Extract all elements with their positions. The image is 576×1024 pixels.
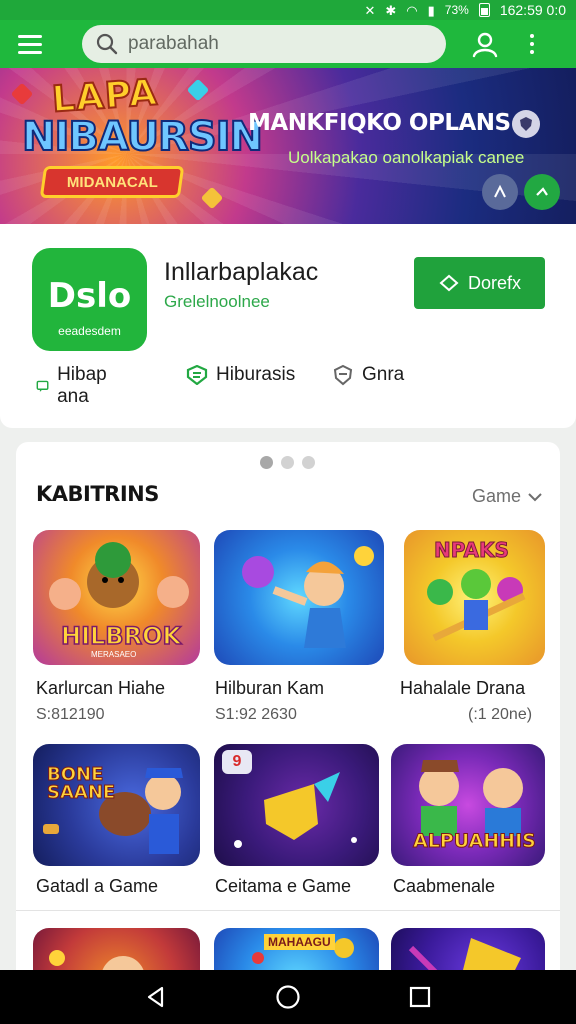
- game-price: S:812190: [36, 706, 105, 723]
- banner-logo-line2: NIBAURSIN: [21, 113, 264, 161]
- games-panel: KABITRINS Game HILBROK MERASAEO Karlurca…: [16, 442, 560, 1002]
- search-icon: [96, 33, 118, 55]
- game-title[interactable]: Caabmenale: [393, 876, 495, 897]
- shield-outline-icon: [333, 364, 353, 386]
- banner-logo-ribbon: MIDANACAL: [39, 166, 185, 198]
- game-art-badge: 9: [222, 750, 252, 774]
- row-divider: [16, 910, 560, 911]
- app-name: Inllarbaplakac: [164, 258, 319, 286]
- chevron-down-icon: [528, 492, 542, 501]
- account-button[interactable]: [468, 27, 502, 61]
- banner-play-button[interactable]: [524, 174, 560, 210]
- clock: 162:59 0:0: [499, 2, 566, 18]
- more-options-button[interactable]: [522, 27, 542, 61]
- battery-percent: 73%: [444, 3, 469, 17]
- download-icon: [439, 274, 459, 292]
- battery-icon: [478, 3, 490, 17]
- search-bar[interactable]: [82, 25, 446, 63]
- menu-button[interactable]: [18, 24, 62, 64]
- share-icon: [494, 184, 506, 198]
- chip-hiburasis[interactable]: Hiburasis: [186, 364, 295, 386]
- recents-square-icon: [409, 986, 431, 1008]
- banner-logo: LAPA NIBAURSIN MIDANACAL: [10, 71, 264, 218]
- game-art-subtitle: MERASAEO: [91, 650, 137, 659]
- wifi-icon: ◠: [406, 2, 418, 18]
- app-developer-link[interactable]: Grelelnoolnee: [164, 292, 270, 312]
- game-art-title: NPAKS: [434, 538, 510, 563]
- back-triangle-icon: [147, 986, 164, 1008]
- carousel-dot[interactable]: [260, 456, 273, 469]
- app-icon: Dslo eeadesdem: [32, 248, 147, 351]
- game-title[interactable]: Hahalale Drana: [400, 678, 525, 699]
- shield-icon: [520, 117, 532, 131]
- home-circle-icon: [276, 985, 300, 1009]
- signal-icon: ▮: [427, 2, 435, 18]
- character-art: [242, 546, 374, 648]
- game-card-image[interactable]: 9: [214, 744, 379, 866]
- tag-icon: [186, 365, 208, 385]
- game-art-title: BONE SAANE: [47, 764, 116, 803]
- game-title[interactable]: Karlurcan Hiahe: [36, 678, 165, 699]
- gem-decoration: [200, 186, 224, 210]
- app-info-card: Dslo eeadesdem Inllarbaplakac Grelelnool…: [0, 224, 576, 428]
- more-vert-icon: [530, 34, 534, 38]
- game-price: (:1 20ne): [468, 706, 533, 723]
- game-card-image[interactable]: NPAKS: [404, 530, 545, 665]
- recents-button[interactable]: [400, 977, 440, 1017]
- character-art: [43, 768, 183, 854]
- banner-title: MANKFIQKO OPLANS: [248, 110, 511, 136]
- promo-banner[interactable]: LAPA NIBAURSIN MIDANACAL MANKFIQKO OPLAN…: [0, 68, 576, 224]
- top-app-bar: [0, 20, 576, 68]
- carousel-dot[interactable]: [281, 456, 294, 469]
- chip-hibap[interactable]: Hibap ana: [36, 364, 114, 408]
- game-art-title: ALPUAHHIS: [413, 830, 537, 853]
- status-bar: ✕ ✱ ◠ ▮ 73% 162:59 0:0: [0, 0, 576, 20]
- system-navigation-bar: [0, 970, 576, 1024]
- game-card-image[interactable]: ALPUAHHIS: [391, 744, 545, 866]
- back-button[interactable]: [136, 977, 176, 1017]
- banner-share-button[interactable]: [482, 174, 518, 210]
- game-card-image[interactable]: [214, 530, 384, 665]
- game-card-image[interactable]: BONE SAANE: [33, 744, 200, 866]
- menu-icon: [18, 34, 42, 38]
- search-input[interactable]: [128, 33, 418, 55]
- section-title: KABITRINS: [36, 482, 159, 506]
- chat-icon: [36, 380, 49, 392]
- game-title[interactable]: Gatadl a Game: [36, 876, 158, 897]
- gem-decoration: [10, 82, 34, 106]
- play-arrow-icon: [536, 187, 548, 196]
- game-art-title: MAHAAGU: [264, 934, 335, 950]
- game-title[interactable]: Hilburan Kam: [215, 678, 324, 699]
- user-icon: [472, 32, 498, 58]
- install-button[interactable]: Dorefx: [414, 257, 545, 309]
- game-price: S1:92 2630: [215, 706, 297, 723]
- gem-decoration: [186, 78, 210, 102]
- chip-gnra[interactable]: Gnra: [332, 364, 404, 386]
- carousel-dot[interactable]: [302, 456, 315, 469]
- game-art-title: HILBROK: [60, 621, 182, 651]
- bluetooth-icon: ✱: [385, 2, 397, 18]
- home-button[interactable]: [268, 977, 308, 1017]
- game-card-image[interactable]: HILBROK MERASAEO: [33, 530, 200, 665]
- shield-badge: [512, 110, 540, 138]
- banner-subtitle: Uolkapakao oanolkapiak canee: [288, 148, 525, 167]
- mute-icon: ✕: [364, 2, 376, 18]
- carousel-indicator: [260, 456, 315, 469]
- game-title[interactable]: Ceitama e Game: [215, 876, 351, 897]
- game-filter-dropdown[interactable]: Game: [472, 486, 543, 507]
